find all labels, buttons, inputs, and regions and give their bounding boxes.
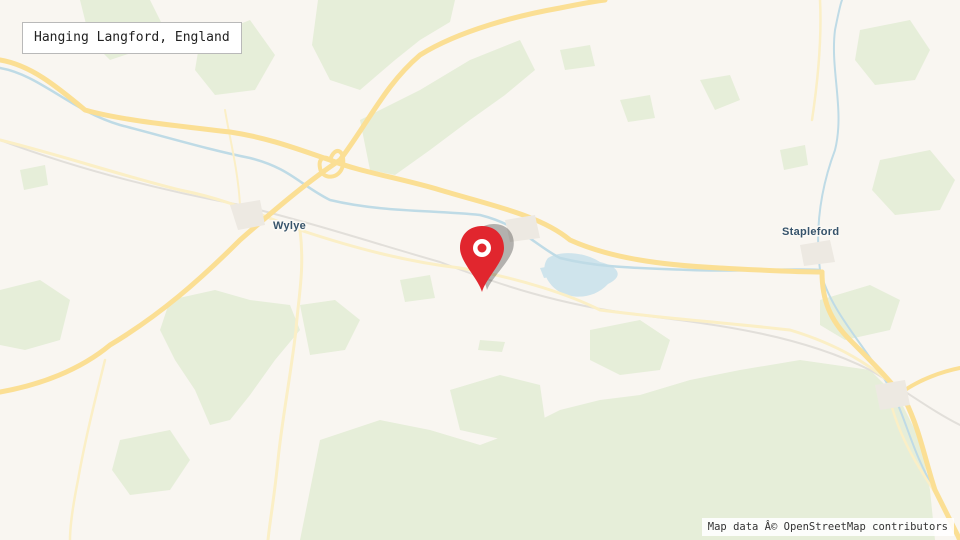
place-label-wylye: Wylye xyxy=(273,220,306,232)
map-canvas[interactable]: Wylye Stapleford xyxy=(0,0,960,540)
settlement-area xyxy=(875,380,910,410)
map-attribution[interactable]: Map data Â© OpenStreetMap contributors xyxy=(701,518,954,536)
marker-center xyxy=(477,243,487,253)
location-title-box: Hanging Langford, England xyxy=(22,22,242,54)
location-title: Hanging Langford, England xyxy=(34,30,230,45)
woodland-area xyxy=(478,340,505,352)
map-view[interactable]: Wylye Stapleford Hanging Langford, Engla… xyxy=(0,0,960,540)
place-label-stapleford: Stapleford xyxy=(782,226,839,238)
attribution-text: Map data Â© OpenStreetMap contributors xyxy=(707,521,948,533)
